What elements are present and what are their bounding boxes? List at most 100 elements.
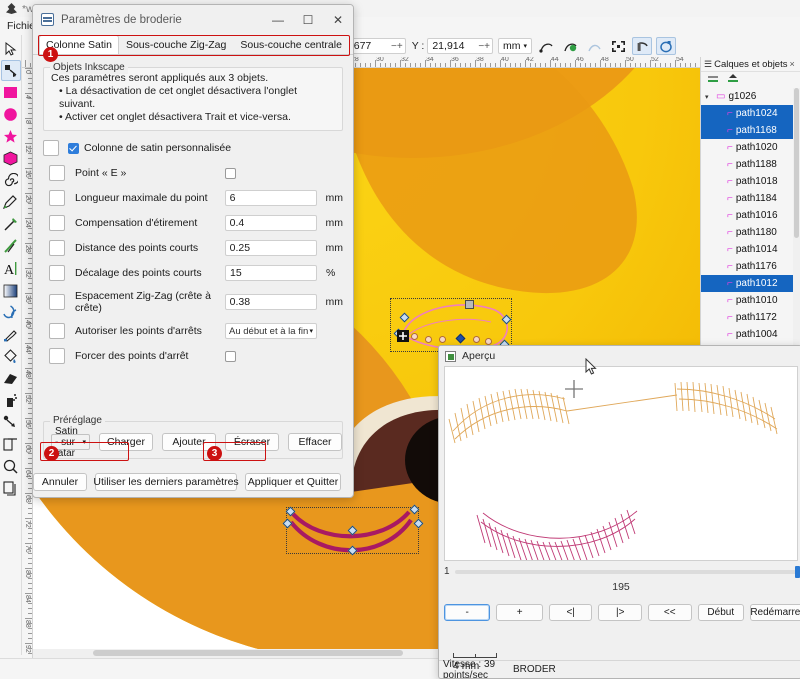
tool-measure-icon[interactable] <box>1 434 21 455</box>
param-enable-checkbox[interactable] <box>49 215 65 231</box>
embroidery-params-dialog[interactable]: Paramètres de broderie — ☐ ✕ Colonne Sat… <box>32 4 354 498</box>
maximize-button[interactable]: ☐ <box>293 6 323 34</box>
tool-tweak-icon[interactable] <box>1 302 21 323</box>
slower-button[interactable]: - <box>444 604 491 621</box>
unit-select[interactable]: mm ▾ <box>498 38 533 54</box>
tree-item-path1188[interactable]: ⌐ path1188 <box>701 156 800 173</box>
tree-item-path1016[interactable]: ⌐ path1016 <box>701 207 800 224</box>
preset-area[interactable]: Préréglage Satin - sur tatar ▾ Charger A… <box>43 415 343 459</box>
tool-gradient-icon[interactable] <box>1 280 21 301</box>
param-value-select[interactable]: Au début et à la fin ▾ <box>225 323 317 339</box>
tool-node-editor-icon[interactable] <box>0 60 21 81</box>
tree-item-path1176[interactable]: ⌐ path1176 <box>701 258 800 275</box>
path-node-selected[interactable] <box>465 300 474 309</box>
path-node[interactable] <box>485 338 492 345</box>
move-layer-up-icon[interactable] <box>727 73 739 87</box>
param-value-checkbox[interactable] <box>225 167 236 179</box>
delete-node-icon[interactable] <box>560 37 580 55</box>
param-value-checkbox[interactable] <box>225 350 236 362</box>
tool-paintbucket-icon[interactable] <box>1 346 21 367</box>
param-enable-checkbox[interactable] <box>49 294 65 310</box>
charger-button[interactable]: Charger <box>99 433 153 451</box>
dialog-footer[interactable]: Annuler Utiliser les derniers paramètres… <box>33 473 353 491</box>
tree-item-path1184[interactable]: ⌐ path1184 <box>701 190 800 207</box>
param-enable-checkbox[interactable] <box>49 165 65 181</box>
param-enable-checkbox[interactable] <box>49 323 65 339</box>
move-layer-down-icon[interactable] <box>707 73 719 87</box>
custom-satin-checkbox[interactable] <box>68 142 79 154</box>
param-enable-checkbox[interactable] <box>49 265 65 281</box>
custom-satin-toggle-box[interactable] <box>43 140 59 156</box>
tool-pen-icon[interactable] <box>1 214 21 235</box>
path-node[interactable] <box>473 336 480 343</box>
apercu-button-row[interactable]: - + <| |> << Début Redémarrer <box>444 604 800 621</box>
scrollbar-thumb[interactable] <box>794 88 799 238</box>
tree-item-path1020[interactable]: ⌐ path1020 <box>701 139 800 156</box>
apply-and-quit-button[interactable]: Appliquer et Quitter <box>245 473 341 491</box>
param-row-espacement-zig-zag-cr-te-cr-te[interactable]: Espacement Zig-Zag (crête à crête) 0.38 mm <box>43 290 343 314</box>
tree-item-path1010[interactable]: ⌐ path1010 <box>701 292 800 309</box>
tab-sous-couche-de-c[interactable]: Sous-couche de C <box>349 35 353 54</box>
inkscape-toolbox[interactable]: A <box>0 35 22 655</box>
tool-calligraphy-icon[interactable] <box>1 236 21 257</box>
dialog-titlebar[interactable]: Paramètres de broderie — ☐ ✕ <box>33 5 353 34</box>
tool-spiral-icon[interactable] <box>1 170 21 191</box>
tool-pages-icon[interactable] <box>1 478 21 499</box>
tool-rectangle-icon[interactable] <box>1 82 21 103</box>
param-value-input[interactable]: 0.4 <box>224 215 317 231</box>
annuler-button[interactable]: Annuler <box>33 473 87 491</box>
panel-tab-label[interactable]: Calques et objets <box>714 59 787 70</box>
tool-ellipse-icon[interactable] <box>1 104 21 125</box>
param-enable-checkbox[interactable] <box>49 240 65 256</box>
param-enable-checkbox[interactable] <box>49 348 65 364</box>
tree-item-path1018[interactable]: ⌐ path1018 <box>701 173 800 190</box>
rewind-button[interactable]: << <box>648 604 692 621</box>
tool-selector-icon[interactable] <box>1 38 21 59</box>
tool-connector-icon[interactable] <box>1 412 21 433</box>
close-icon[interactable]: × <box>790 59 795 69</box>
close-button[interactable]: ✕ <box>323 6 353 34</box>
param-row-distance-des-points-courts[interactable]: Distance des points courts 0.25 mm <box>43 240 343 256</box>
tool-pencil-icon[interactable] <box>1 192 21 213</box>
tool-3dbox-icon[interactable] <box>1 148 21 169</box>
panel-toolrow[interactable] <box>701 72 800 88</box>
step-back-button[interactable]: <| <box>548 604 593 621</box>
tree-item-path1172[interactable]: ⌐ path1172 <box>701 309 800 326</box>
y-stepper[interactable]: −+ <box>478 41 490 52</box>
tree-item-path1180[interactable]: ⌐ path1180 <box>701 224 800 241</box>
x-stepper[interactable]: −+ <box>391 41 403 52</box>
faster-button[interactable]: + <box>496 604 543 621</box>
param-row-point-e[interactable]: Point « E » <box>43 165 343 181</box>
tool-zoom-icon[interactable] <box>1 456 21 477</box>
tree-item-path1024[interactable]: ⌐ path1024 <box>701 105 800 122</box>
tree-item-path1014[interactable]: ⌐ path1014 <box>701 241 800 258</box>
parameter-rows[interactable]: Point « E » Longueur maximale du point 6 mm… <box>43 165 343 364</box>
tab-sous-couche-centrale[interactable]: Sous-couche centrale <box>233 35 349 54</box>
insert-node-icon[interactable] <box>536 37 556 55</box>
break-path-icon[interactable] <box>608 37 628 55</box>
param-value-input[interactable]: 15 <box>225 265 317 281</box>
panel-tabbar[interactable]: ☰ Calques et objets × <box>701 57 800 72</box>
path-node[interactable] <box>439 336 446 343</box>
param-row-forcer-des-points-d-arr-t[interactable]: Forcer des points d'arrêt <box>43 348 343 364</box>
param-row-longueur-maximale-du-point[interactable]: Longueur maximale du point 6 mm <box>43 190 343 206</box>
dialog-tabstrip[interactable]: Colonne Satin Sous-couche Zig-Zag Sous-cou… <box>33 34 353 55</box>
tree-item-path1012[interactable]: ⌐ path1012 <box>701 275 800 292</box>
tool-eraser-icon[interactable] <box>1 368 21 389</box>
expander-icon[interactable]: ▾ <box>705 93 713 101</box>
use-last-params-button[interactable]: Utiliser les derniers paramètres <box>93 473 239 491</box>
apercu-titlebar[interactable]: Aperçu <box>439 346 800 366</box>
step-forward-button[interactable]: |> <box>598 604 642 621</box>
effacer-button[interactable]: Effacer <box>288 433 342 451</box>
minimize-button[interactable]: — <box>263 6 293 34</box>
stitch-slider-track[interactable] <box>454 565 800 578</box>
param-value-input[interactable]: 0.38 <box>224 294 317 310</box>
ecraser-button[interactable]: Écraser <box>225 433 279 451</box>
apercu-stitch-canvas[interactable] <box>444 366 798 564</box>
tree-item-g1026[interactable]: ▾ ▭ g1026 <box>701 88 800 105</box>
param-value-input[interactable]: 0.25 <box>224 240 317 256</box>
scrollbar-thumb[interactable] <box>93 650 403 656</box>
tree-item-path1168[interactable]: ⌐ path1168 <box>701 122 800 139</box>
tool-dropper-icon[interactable] <box>1 324 21 345</box>
param-value-input[interactable]: 6 <box>224 190 317 206</box>
